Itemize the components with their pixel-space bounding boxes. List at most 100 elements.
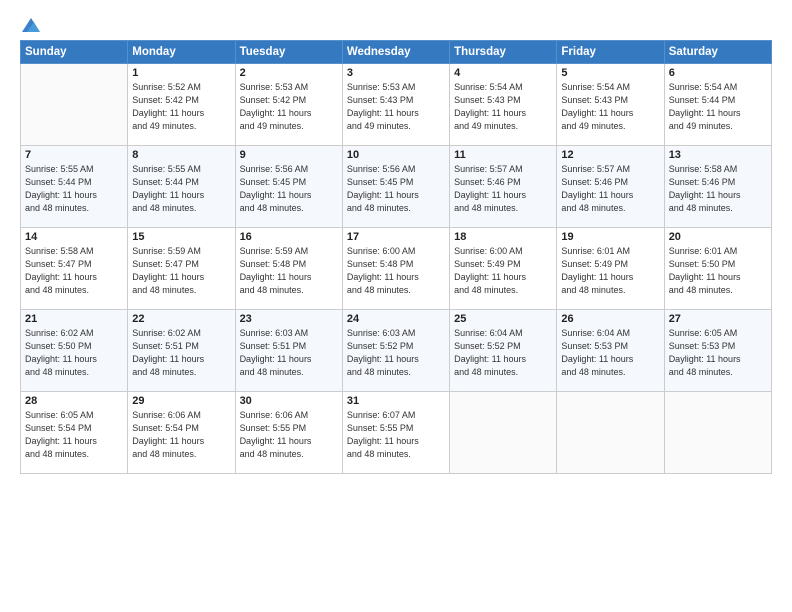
day-header-sunday: Sunday (21, 41, 128, 64)
calendar-cell: 31 Sunrise: 6:07 AM Sunset: 5:55 PM Dayli… (342, 392, 449, 474)
calendar-cell: 4 Sunrise: 5:54 AM Sunset: 5:43 PM Daylig… (450, 64, 557, 146)
calendar-cell: 10 Sunrise: 5:56 AM Sunset: 5:45 PM Dayli… (342, 146, 449, 228)
logo (20, 18, 40, 32)
day-number: 29 (132, 395, 230, 407)
day-info: Sunrise: 5:52 AM Sunset: 5:42 PM Dayligh… (132, 81, 230, 133)
header (20, 18, 772, 32)
day-info: Sunrise: 5:56 AM Sunset: 5:45 PM Dayligh… (240, 163, 338, 215)
day-info: Sunrise: 6:04 AM Sunset: 5:53 PM Dayligh… (561, 327, 659, 379)
page: SundayMondayTuesdayWednesdayThursdayFrid… (0, 0, 792, 612)
calendar-cell: 25 Sunrise: 6:04 AM Sunset: 5:52 PM Dayli… (450, 310, 557, 392)
day-info: Sunrise: 5:54 AM Sunset: 5:43 PM Dayligh… (454, 81, 552, 133)
calendar-cell: 7Sunrise: 5:55 AM Sunset: 5:44 PM Daylig… (21, 146, 128, 228)
day-header-friday: Friday (557, 41, 664, 64)
calendar-cell: 26 Sunrise: 6:04 AM Sunset: 5:53 PM Dayli… (557, 310, 664, 392)
day-info: Sunrise: 5:55 AM Sunset: 5:44 PM Dayligh… (132, 163, 230, 215)
day-info: Sunrise: 6:01 AM Sunset: 5:50 PM Dayligh… (669, 245, 767, 297)
day-info: Sunrise: 6:02 AM Sunset: 5:51 PM Dayligh… (132, 327, 230, 379)
day-number: 28 (25, 395, 123, 407)
day-info: Sunrise: 5:57 AM Sunset: 5:46 PM Dayligh… (454, 163, 552, 215)
day-info: Sunrise: 5:59 AM Sunset: 5:47 PM Dayligh… (132, 245, 230, 297)
calendar-cell: 6Sunrise: 5:54 AM Sunset: 5:44 PM Daylig… (664, 64, 771, 146)
day-info: Sunrise: 6:03 AM Sunset: 5:51 PM Dayligh… (240, 327, 338, 379)
calendar-cell (450, 392, 557, 474)
day-info: Sunrise: 6:04 AM Sunset: 5:52 PM Dayligh… (454, 327, 552, 379)
day-number: 22 (132, 313, 230, 325)
calendar-week-4: 21Sunrise: 6:02 AM Sunset: 5:50 PM Dayli… (21, 310, 772, 392)
calendar-cell: 30 Sunrise: 6:06 AM Sunset: 5:55 PM Dayli… (235, 392, 342, 474)
day-number: 13 (669, 149, 767, 161)
day-info: Sunrise: 5:58 AM Sunset: 5:46 PM Dayligh… (669, 163, 767, 215)
day-number: 8 (132, 149, 230, 161)
calendar-cell (21, 64, 128, 146)
day-number: 26 (561, 313, 659, 325)
calendar-header-row: SundayMondayTuesdayWednesdayThursdayFrid… (21, 41, 772, 64)
day-number: 18 (454, 231, 552, 243)
day-info: Sunrise: 6:05 AM Sunset: 5:53 PM Dayligh… (669, 327, 767, 379)
calendar-week-2: 7Sunrise: 5:55 AM Sunset: 5:44 PM Daylig… (21, 146, 772, 228)
calendar-cell: 11 Sunrise: 5:57 AM Sunset: 5:46 PM Dayli… (450, 146, 557, 228)
day-number: 3 (347, 67, 445, 79)
day-number: 10 (347, 149, 445, 161)
day-number: 27 (669, 313, 767, 325)
calendar-cell: 15Sunrise: 5:59 AM Sunset: 5:47 PM Dayli… (128, 228, 235, 310)
calendar-cell: 18 Sunrise: 6:00 AM Sunset: 5:49 PM Dayli… (450, 228, 557, 310)
day-info: Sunrise: 6:00 AM Sunset: 5:49 PM Dayligh… (454, 245, 552, 297)
day-info: Sunrise: 6:07 AM Sunset: 5:55 PM Dayligh… (347, 409, 445, 461)
calendar-cell: 20 Sunrise: 6:01 AM Sunset: 5:50 PM Dayli… (664, 228, 771, 310)
calendar-cell: 14Sunrise: 5:58 AM Sunset: 5:47 PM Dayli… (21, 228, 128, 310)
day-number: 11 (454, 149, 552, 161)
day-header-thursday: Thursday (450, 41, 557, 64)
day-info: Sunrise: 6:01 AM Sunset: 5:49 PM Dayligh… (561, 245, 659, 297)
calendar-cell: 21Sunrise: 6:02 AM Sunset: 5:50 PM Dayli… (21, 310, 128, 392)
day-number: 1 (132, 67, 230, 79)
day-number: 17 (347, 231, 445, 243)
day-number: 31 (347, 395, 445, 407)
calendar-cell: 16 Sunrise: 5:59 AM Sunset: 5:48 PM Dayli… (235, 228, 342, 310)
day-info: Sunrise: 5:58 AM Sunset: 5:47 PM Dayligh… (25, 245, 123, 297)
calendar-cell: 27 Sunrise: 6:05 AM Sunset: 5:53 PM Dayli… (664, 310, 771, 392)
calendar-cell: 5Sunrise: 5:54 AM Sunset: 5:43 PM Daylig… (557, 64, 664, 146)
day-number: 12 (561, 149, 659, 161)
calendar: SundayMondayTuesdayWednesdayThursdayFrid… (20, 40, 772, 474)
day-number: 16 (240, 231, 338, 243)
calendar-cell: 12 Sunrise: 5:57 AM Sunset: 5:46 PM Dayli… (557, 146, 664, 228)
day-number: 23 (240, 313, 338, 325)
calendar-cell: 1 Sunrise: 5:52 AM Sunset: 5:42 PM Daylig… (128, 64, 235, 146)
day-info: Sunrise: 6:06 AM Sunset: 5:54 PM Dayligh… (132, 409, 230, 461)
day-info: Sunrise: 5:54 AM Sunset: 5:43 PM Dayligh… (561, 81, 659, 133)
calendar-cell: 19Sunrise: 6:01 AM Sunset: 5:49 PM Dayli… (557, 228, 664, 310)
day-number: 24 (347, 313, 445, 325)
day-number: 25 (454, 313, 552, 325)
day-number: 21 (25, 313, 123, 325)
day-info: Sunrise: 5:56 AM Sunset: 5:45 PM Dayligh… (347, 163, 445, 215)
day-info: Sunrise: 6:00 AM Sunset: 5:48 PM Dayligh… (347, 245, 445, 297)
calendar-week-3: 14Sunrise: 5:58 AM Sunset: 5:47 PM Dayli… (21, 228, 772, 310)
calendar-cell: 9 Sunrise: 5:56 AM Sunset: 5:45 PM Daylig… (235, 146, 342, 228)
calendar-cell (557, 392, 664, 474)
day-info: Sunrise: 5:59 AM Sunset: 5:48 PM Dayligh… (240, 245, 338, 297)
day-number: 6 (669, 67, 767, 79)
logo-icon (22, 18, 40, 32)
day-number: 9 (240, 149, 338, 161)
day-info: Sunrise: 6:05 AM Sunset: 5:54 PM Dayligh… (25, 409, 123, 461)
day-info: Sunrise: 6:03 AM Sunset: 5:52 PM Dayligh… (347, 327, 445, 379)
calendar-cell: 29 Sunrise: 6:06 AM Sunset: 5:54 PM Dayli… (128, 392, 235, 474)
day-number: 4 (454, 67, 552, 79)
calendar-cell (664, 392, 771, 474)
calendar-week-1: 1 Sunrise: 5:52 AM Sunset: 5:42 PM Daylig… (21, 64, 772, 146)
day-info: Sunrise: 5:53 AM Sunset: 5:42 PM Dayligh… (240, 81, 338, 133)
day-number: 20 (669, 231, 767, 243)
day-header-wednesday: Wednesday (342, 41, 449, 64)
day-header-monday: Monday (128, 41, 235, 64)
calendar-cell: 28 Sunrise: 6:05 AM Sunset: 5:54 PM Dayli… (21, 392, 128, 474)
day-info: Sunrise: 5:55 AM Sunset: 5:44 PM Dayligh… (25, 163, 123, 215)
calendar-cell: 13 Sunrise: 5:58 AM Sunset: 5:46 PM Dayli… (664, 146, 771, 228)
day-header-tuesday: Tuesday (235, 41, 342, 64)
day-info: Sunrise: 6:06 AM Sunset: 5:55 PM Dayligh… (240, 409, 338, 461)
day-info: Sunrise: 5:53 AM Sunset: 5:43 PM Dayligh… (347, 81, 445, 133)
day-info: Sunrise: 5:57 AM Sunset: 5:46 PM Dayligh… (561, 163, 659, 215)
day-number: 30 (240, 395, 338, 407)
day-number: 2 (240, 67, 338, 79)
calendar-cell: 17 Sunrise: 6:00 AM Sunset: 5:48 PM Dayli… (342, 228, 449, 310)
